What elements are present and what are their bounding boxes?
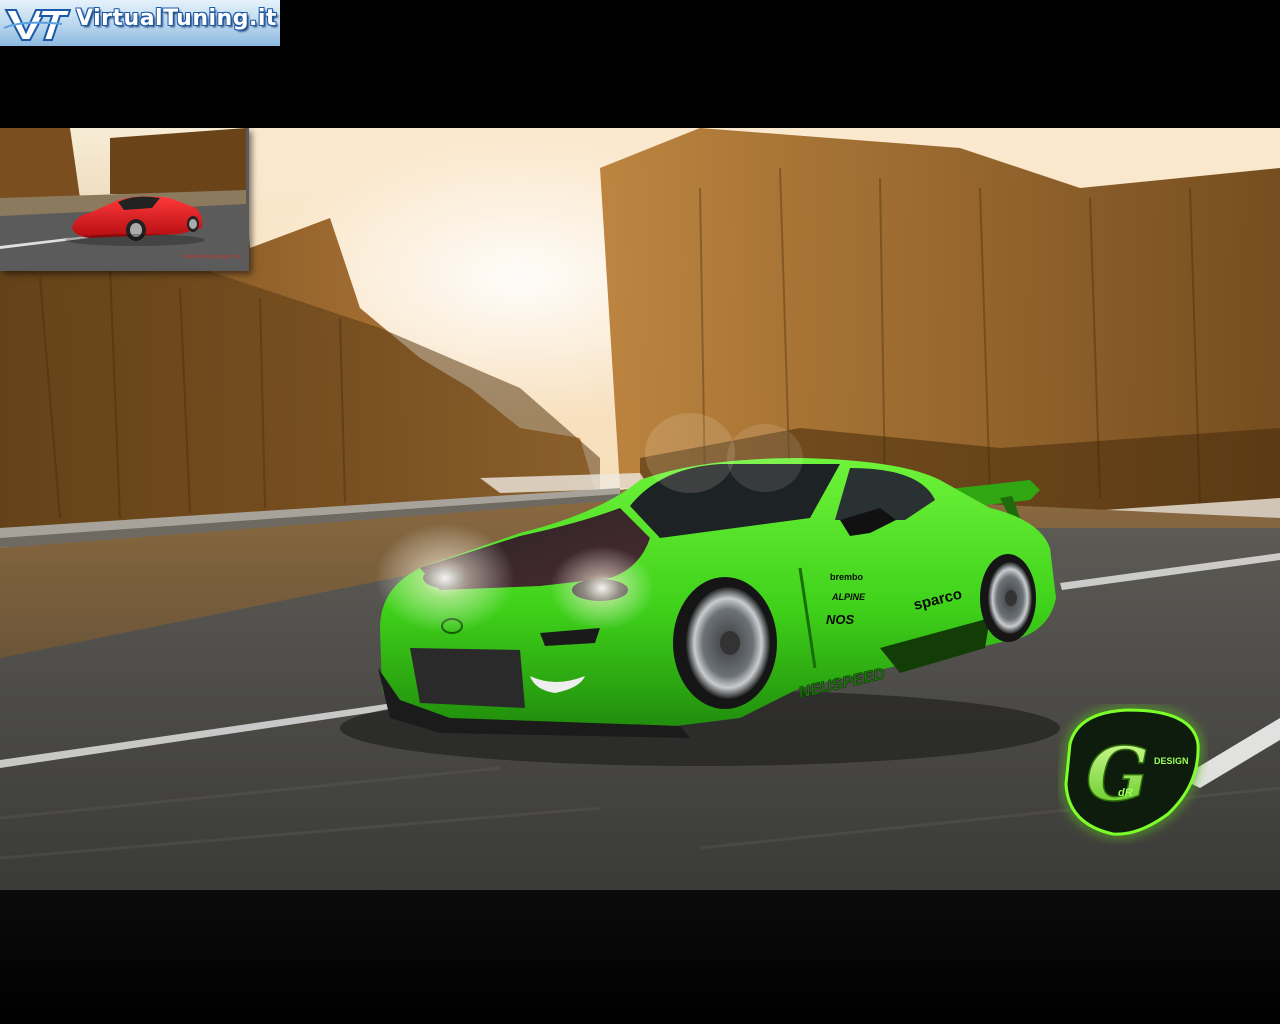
site-logo-text: VirtualTuning.it [76,6,277,31]
designer-badge: G DESIGN dR [1058,704,1208,844]
badge-word: DESIGN [1154,756,1189,766]
bottom-band [0,890,1280,1024]
badge-letter: G [1086,732,1149,818]
decal-nos: NOS [826,612,855,627]
decal-alpine: ALPINE [831,592,866,602]
badge-small-letters: dR [1118,787,1133,799]
original-car-thumbnail[interactable] [0,128,249,271]
vt-logo-icon [3,9,72,41]
thumbnail-caption: virtualtuning garage.com [182,254,242,260]
decal-brembo: brembo [830,572,864,582]
site-logo[interactable]: VirtualTuning.it [0,0,280,46]
